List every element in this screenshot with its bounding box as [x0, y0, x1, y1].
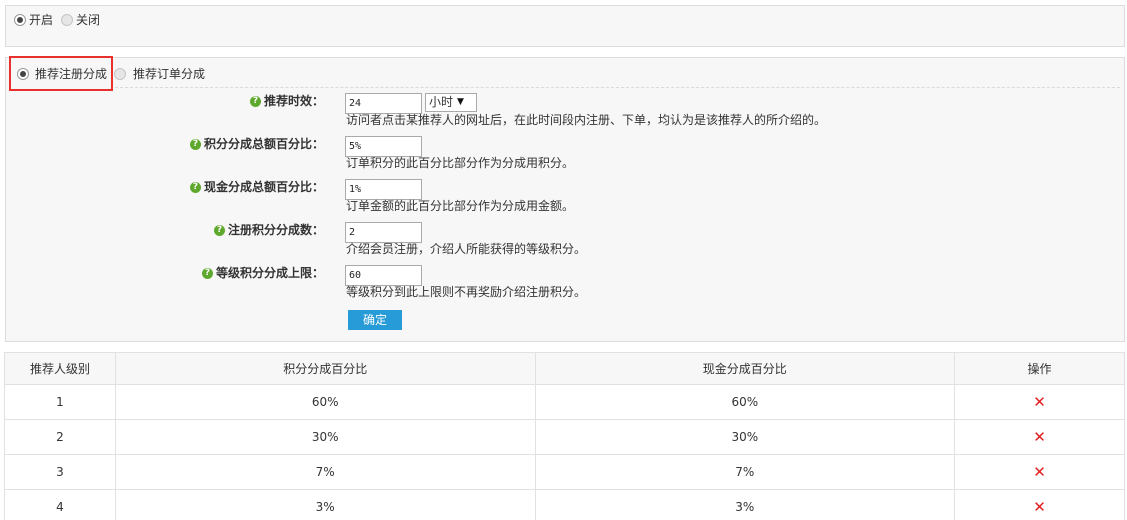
cell-points: 60%	[114, 384, 536, 420]
cell-points: 3%	[114, 489, 536, 520]
confirm-button[interactable]: 确定	[348, 310, 402, 330]
cell-level: 4	[4, 489, 116, 520]
help-icon[interactable]: ?	[249, 95, 261, 107]
time-unit-select[interactable]: 小时 ▼	[425, 93, 477, 112]
cell-actions: ✕	[954, 454, 1125, 490]
field-level-points-limit-label: ? 等级积分分成上限：	[201, 266, 324, 280]
cell-points: 30%	[114, 419, 536, 455]
points-percent-input[interactable]: 5%	[345, 136, 422, 157]
cell-level: 3	[4, 454, 116, 490]
commission-levels-table: 推荐人级别 积分分成百分比 现金分成百分比 操作 1 60% 60% ✕ 2 3…	[4, 352, 1125, 520]
valid-time-hint: 访问者点击某推荐人的网址后，在此时间段内注册、下单，均认为是该推荐人的所介绍的。	[346, 113, 827, 127]
cell-actions: ✕	[954, 384, 1125, 420]
cell-cash: 60%	[534, 384, 956, 420]
points-percent-label-text: 积分分成总额百分比：	[203, 137, 324, 151]
time-unit-value: 小时	[429, 95, 454, 109]
radio-on-label: 开启	[29, 13, 54, 27]
table-row: 1 60% 60% ✕	[4, 384, 1125, 420]
help-icon[interactable]: ?	[189, 138, 201, 150]
header-actions: 操作	[954, 352, 1125, 385]
mode-order-indicator[interactable]	[114, 68, 126, 80]
valid-time-input[interactable]: 24	[345, 93, 422, 114]
cash-percent-input[interactable]: 1%	[345, 179, 422, 200]
level-points-limit-label-text: 等级积分分成上限：	[215, 266, 324, 280]
table-row: 4 3% 3% ✕	[4, 489, 1125, 520]
table-header-row: 推荐人级别 积分分成百分比 现金分成百分比 操作	[4, 352, 1125, 385]
table-row: 2 30% 30% ✕	[4, 419, 1125, 455]
chevron-down-icon: ▼	[457, 97, 464, 107]
header-level: 推荐人级别	[4, 352, 116, 385]
help-icon[interactable]: ?	[213, 224, 225, 236]
selection-highlight	[9, 56, 113, 91]
cell-actions: ✕	[954, 419, 1125, 455]
help-icon[interactable]: ?	[189, 181, 201, 193]
level-points-limit-hint: 等级积分到此上限则不再奖励介绍注册积分。	[346, 285, 587, 299]
register-points-label-text: 注册积分分成数：	[227, 223, 324, 237]
header-cash-percent: 现金分成百分比	[534, 352, 956, 385]
field-valid-time-label: ? 推荐时效：	[249, 94, 324, 108]
cell-actions: ✕	[954, 489, 1125, 520]
mode-order-label: 推荐订单分成	[133, 67, 206, 81]
cell-cash: 7%	[534, 454, 956, 490]
table-row: 3 7% 7% ✕	[4, 454, 1125, 490]
cash-percent-hint: 订单金额的此百分比部分作为分成用金额。	[346, 199, 575, 213]
radio-on-indicator[interactable]	[14, 14, 26, 26]
radio-option-on[interactable]: 开启	[14, 12, 53, 28]
radio-off-indicator[interactable]	[61, 14, 73, 26]
delete-icon[interactable]: ✕	[1033, 428, 1046, 446]
radio-off-label: 关闭	[76, 13, 101, 27]
cell-level: 1	[4, 384, 116, 420]
field-points-percent-label: ? 积分分成总额百分比：	[189, 137, 324, 151]
field-register-points-label: ? 注册积分分成数：	[213, 223, 324, 237]
cell-points: 7%	[114, 454, 536, 490]
register-points-hint: 介绍会员注册，介绍人所能获得的等级积分。	[346, 242, 587, 256]
mode-option-order[interactable]: 推荐订单分成	[114, 66, 205, 82]
field-cash-percent-label: ? 现金分成总额百分比：	[189, 180, 324, 194]
delete-icon[interactable]: ✕	[1033, 393, 1046, 411]
status-panel: 开启 关闭	[5, 5, 1125, 47]
header-points-percent: 积分分成百分比	[114, 352, 536, 385]
cell-cash: 30%	[534, 419, 956, 455]
divider	[115, 87, 1120, 88]
valid-time-label-text: 推荐时效：	[263, 94, 324, 108]
cell-cash: 3%	[534, 489, 956, 520]
cash-percent-label-text: 现金分成总额百分比：	[203, 180, 324, 194]
points-percent-hint: 订单积分的此百分比部分作为分成用积分。	[346, 156, 575, 170]
level-points-limit-input[interactable]: 60	[345, 265, 422, 286]
help-icon[interactable]: ?	[201, 267, 213, 279]
delete-icon[interactable]: ✕	[1033, 498, 1046, 516]
cell-level: 2	[4, 419, 116, 455]
delete-icon[interactable]: ✕	[1033, 463, 1046, 481]
register-points-input[interactable]: 2	[345, 222, 422, 243]
radio-option-off[interactable]: 关闭	[61, 12, 100, 28]
